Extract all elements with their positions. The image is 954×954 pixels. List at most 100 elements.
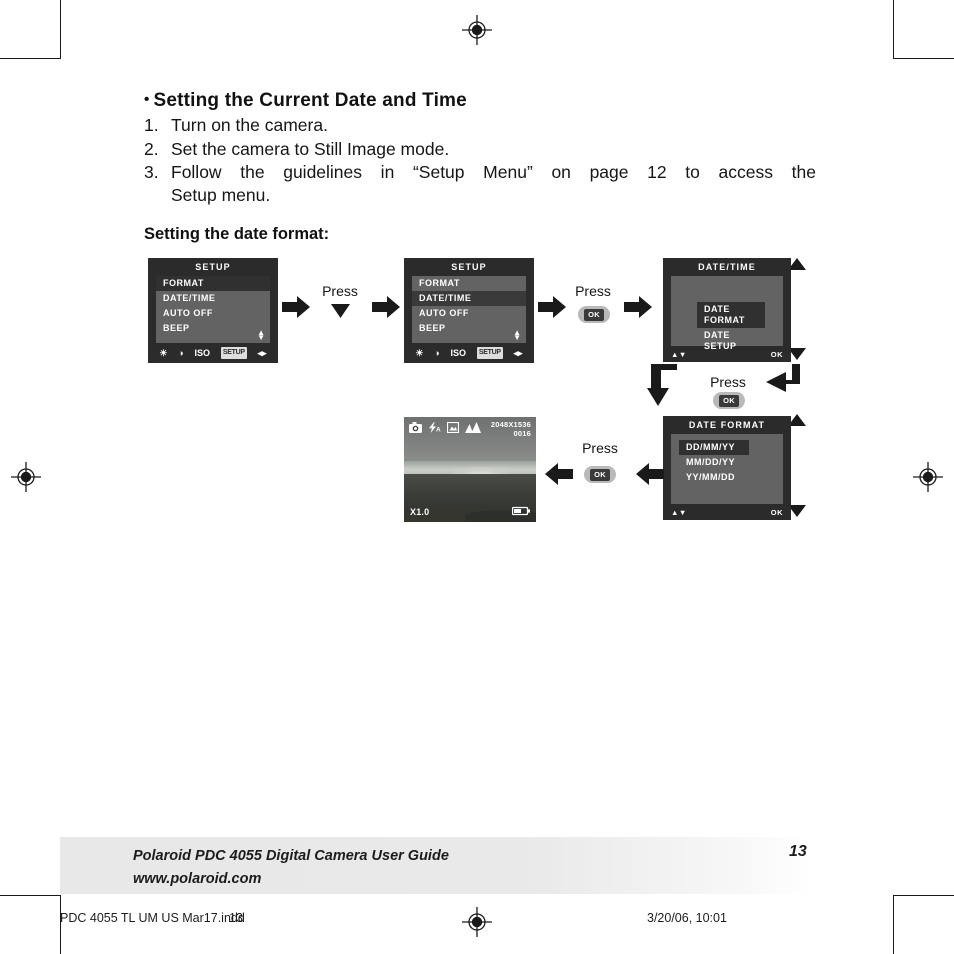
lcd-screen-setup-format: SETUP FORMAT DATE/TIME AUTO OFF BEEP ▲ ▼ … bbox=[148, 258, 278, 363]
ok-button-1[interactable]: OK bbox=[578, 306, 610, 323]
landscape-icon bbox=[465, 420, 481, 438]
step-2: 2. Set the camera to Still Image mode. bbox=[144, 138, 816, 161]
footer-line-2: www.polaroid.com bbox=[133, 871, 262, 887]
setup-tab-icon[interactable]: SETUP bbox=[220, 347, 247, 359]
white-balance-icon bbox=[446, 420, 460, 438]
iso-icon[interactable]: ISO bbox=[451, 348, 467, 358]
scroll-updown-icon: ▲▼ bbox=[257, 328, 265, 342]
step-text-line2: Setup menu. bbox=[171, 184, 271, 205]
preview-status-bottom: X1.0 bbox=[404, 504, 536, 522]
lcd-title: DATE/TIME bbox=[698, 262, 756, 272]
flow-arrow-right bbox=[538, 296, 566, 318]
menu-item-date-time[interactable]: DATE/TIME bbox=[156, 291, 270, 306]
print-timestamp: 3/20/06, 10:01 bbox=[647, 911, 727, 925]
ok-button-2[interactable]: OK bbox=[713, 392, 745, 409]
brightness-icon[interactable]: ☀ bbox=[159, 348, 167, 358]
lcd-screen-date-time: DATE/TIME DATE FORMAT DATE SETUP ▲▼ OK bbox=[663, 258, 791, 362]
step-text: Follow the guidelines in “Setup Menu” on… bbox=[171, 161, 816, 206]
flow-arrow-bend-left bbox=[762, 364, 800, 394]
down-arrow-button-icon[interactable] bbox=[331, 304, 350, 318]
flow-arrow-right bbox=[282, 296, 310, 318]
lcd-title: DATE FORMAT bbox=[688, 420, 766, 430]
step-number: 3. bbox=[144, 162, 159, 182]
preview-zoom-level: X1.0 bbox=[410, 507, 430, 517]
lcd-menu-list: DATE FORMAT DATE SETUP bbox=[671, 276, 783, 351]
lcd-screen-setup-datetime: SETUP FORMAT DATE/TIME AUTO OFF BEEP ▲ ▼ … bbox=[404, 258, 534, 363]
ok-hint-label: OK bbox=[770, 350, 783, 359]
lcd-screen-live-preview: A 2048X1536 0016 X1.0 bbox=[404, 417, 536, 522]
flow-arrow-left bbox=[545, 463, 573, 485]
lcd-menu-list: FORMAT DATE/TIME AUTO OFF BEEP ▲ ▼ bbox=[156, 276, 270, 343]
page-title-text: Setting the Current Date and Time bbox=[153, 90, 467, 111]
menu-item-date-format[interactable]: DATE FORMAT bbox=[697, 302, 765, 328]
instruction-steps: 1. Turn on the camera. 2. Set the camera… bbox=[144, 114, 816, 207]
footer-guide-text: Polaroid PDC 4055 Digital Camera User Gu… bbox=[133, 845, 449, 891]
preview-status-top: A 2048X1536 0016 bbox=[404, 417, 536, 445]
menu-item-auto-off[interactable]: AUTO OFF bbox=[156, 306, 270, 321]
menu-item-beep[interactable]: BEEP bbox=[412, 321, 526, 336]
ok-button-label: OK bbox=[584, 308, 604, 321]
menu-item-date-time[interactable]: DATE/TIME bbox=[412, 291, 526, 306]
preview-shots-remaining: 0016 bbox=[513, 429, 531, 438]
lcd-tab-bar: ☀ ◑ ISO SETUP ◂▸ bbox=[404, 343, 534, 363]
menu-item-mmddyy[interactable]: MM/DD/YY bbox=[679, 455, 749, 470]
flow-arrow-bend-down bbox=[645, 364, 683, 406]
press-label-3: Press bbox=[710, 374, 746, 390]
leftright-icon[interactable]: ◂▸ bbox=[514, 348, 523, 358]
lcd-foot-bar: ▲▼ OK bbox=[663, 504, 791, 520]
lcd-menu-list: DD/MM/YY MM/DD/YY YY/MM/DD bbox=[671, 434, 783, 504]
iso-icon[interactable]: ISO bbox=[195, 348, 211, 358]
flow-arrow-left bbox=[636, 463, 664, 485]
bullet-glyph: • bbox=[144, 91, 150, 108]
ok-button-label: OK bbox=[590, 468, 610, 481]
menu-item-format[interactable]: FORMAT bbox=[412, 276, 526, 291]
flow-arrow-right bbox=[372, 296, 400, 318]
section-subtitle: Setting the date format: bbox=[144, 225, 330, 243]
lcd-screen-date-format: DATE FORMAT DD/MM/YY MM/DD/YY YY/MM/DD ▲… bbox=[663, 416, 791, 520]
contrast-icon[interactable]: ◑ bbox=[434, 348, 439, 358]
print-filename-overlay: 13 bbox=[229, 911, 243, 925]
step-text-line1: Follow the guidelines in “Setup Menu” on… bbox=[171, 162, 816, 182]
camera-icon bbox=[409, 420, 422, 438]
preview-resolution: 2048X1536 bbox=[490, 420, 531, 429]
flash-auto-icon: A bbox=[428, 420, 441, 438]
battery-icon bbox=[511, 503, 530, 521]
scroll-updown-icon: ▲▼ bbox=[671, 508, 687, 517]
preview-icon-row: A bbox=[409, 420, 481, 438]
setup-tab-icon[interactable]: SETUP bbox=[476, 347, 503, 359]
menu-item-format[interactable]: FORMAT bbox=[156, 276, 270, 291]
contrast-icon[interactable]: ◑ bbox=[178, 348, 183, 358]
lcd-title: SETUP bbox=[451, 262, 487, 272]
page-title: • Setting the Current Date and Time bbox=[144, 90, 467, 112]
scroll-updown-icon: ▲▼ bbox=[513, 328, 521, 342]
scroll-updown-icon: ▲▼ bbox=[671, 350, 687, 359]
svg-text:A: A bbox=[436, 426, 441, 433]
step-text: Turn on the camera. bbox=[171, 115, 328, 135]
press-label-1: Press bbox=[322, 283, 358, 299]
ok-button-3[interactable]: OK bbox=[584, 466, 616, 483]
lcd-menu-list: FORMAT DATE/TIME AUTO OFF BEEP ▲ ▼ bbox=[412, 276, 526, 343]
print-filename: PDC 4055 TL UM US Mar17.indd 13 bbox=[60, 911, 245, 925]
menu-item-yymmdd[interactable]: YY/MM/DD bbox=[679, 470, 749, 485]
lcd-tab-bar: ☀ ◑ ISO SETUP ◂▸ bbox=[148, 343, 278, 363]
step-text: Set the camera to Still Image mode. bbox=[171, 138, 450, 159]
preview-resolution-block: 2048X1536 0016 bbox=[491, 420, 531, 438]
lcd-foot-bar: ▲▼ OK bbox=[663, 346, 791, 362]
brightness-icon[interactable]: ☀ bbox=[415, 348, 423, 358]
step-number: 2. bbox=[144, 138, 159, 159]
page-content: • Setting the Current Date and Time 1. Tu… bbox=[0, 0, 954, 954]
step-1: 1. Turn on the camera. bbox=[144, 114, 816, 137]
menu-item-ddmmyy[interactable]: DD/MM/YY bbox=[679, 440, 749, 455]
press-label-4: Press bbox=[582, 440, 618, 456]
ok-button-label: OK bbox=[719, 394, 739, 407]
lcd-title: SETUP bbox=[195, 262, 231, 272]
leftright-icon[interactable]: ◂▸ bbox=[258, 348, 267, 358]
print-filename-text: PDC 4055 TL UM US Mar17.indd bbox=[60, 911, 245, 925]
press-label-2: Press bbox=[575, 283, 611, 299]
page-number: 13 bbox=[789, 843, 807, 860]
step-3: 3. Follow the guidelines in “Setup Menu”… bbox=[144, 161, 816, 206]
ok-hint-label: OK bbox=[770, 508, 783, 517]
menu-item-auto-off[interactable]: AUTO OFF bbox=[412, 306, 526, 321]
step-number: 1. bbox=[144, 115, 159, 135]
menu-item-beep[interactable]: BEEP bbox=[156, 321, 270, 336]
